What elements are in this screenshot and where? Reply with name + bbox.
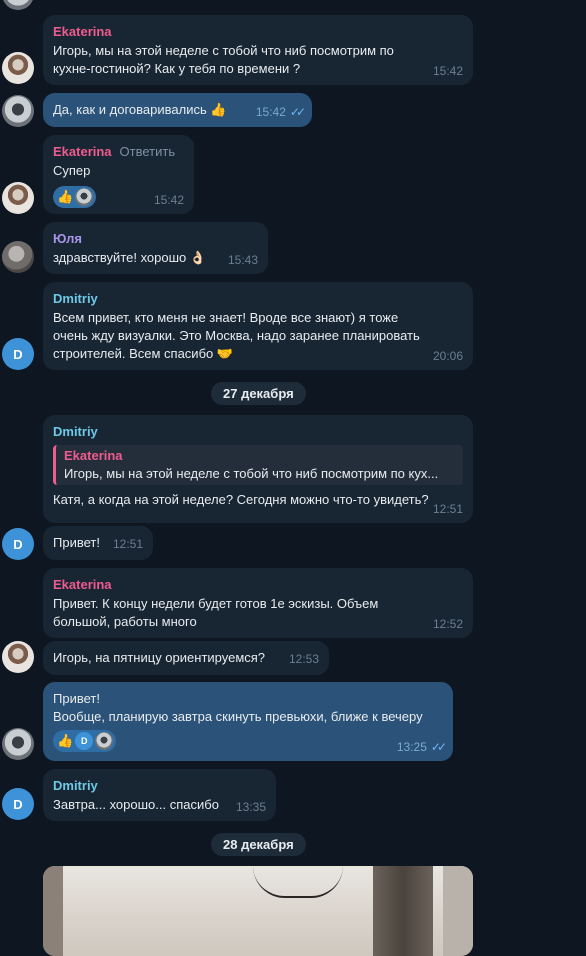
avatar-ekaterina[interactable] bbox=[2, 641, 34, 673]
sender-name[interactable]: Dmitriy bbox=[53, 290, 463, 308]
message-bubble[interactable]: Dmitriy Ekaterina Игорь, мы на этой неде… bbox=[43, 415, 473, 523]
message-bubble[interactable]: Dmitriy Завтра... хорошо... спасибо 13:3… bbox=[43, 769, 276, 821]
message-bubble[interactable]: Да, как и договаривались 👍 15:42 ✓✓ bbox=[43, 93, 312, 127]
double-check-icon: ✓✓ bbox=[289, 105, 306, 119]
double-check-icon: ✓✓ bbox=[430, 740, 447, 754]
avatar-self[interactable] bbox=[2, 728, 34, 760]
reaction-pill[interactable]: 👍 D bbox=[53, 730, 117, 752]
message-time: 12:51 bbox=[432, 502, 463, 516]
sender-name[interactable]: Dmitriy bbox=[53, 423, 463, 441]
avatar-self[interactable] bbox=[2, 95, 34, 127]
sender-name[interactable]: Ekaterina bbox=[53, 23, 463, 41]
reactions: 👍 D bbox=[53, 730, 443, 752]
message-time: 15:42 bbox=[153, 193, 184, 207]
chandelier bbox=[253, 866, 343, 898]
message-bubble[interactable]: Привет! Вообще, планирую завтра скинуть … bbox=[43, 682, 453, 761]
photo-window bbox=[443, 866, 473, 956]
message-text: Привет! bbox=[53, 535, 100, 550]
photo-message[interactable] bbox=[43, 866, 473, 956]
message-bubble[interactable]: Dmitriy Всем привет, кто меня не знает! … bbox=[43, 282, 473, 370]
message-text: Привет. К концу недели будет готов 1е эс… bbox=[53, 596, 379, 629]
message-bubble[interactable]: Ekaterina Игорь, мы на этой неделе с тоб… bbox=[43, 15, 473, 85]
message-time: 12:53 bbox=[288, 652, 319, 666]
message-bubble[interactable]: Ekaterina Ответить Супер 👍 15:42 bbox=[43, 135, 194, 214]
sender-name[interactable]: Dmitriy bbox=[53, 777, 266, 795]
sender-name-row: Ekaterina Ответить bbox=[53, 143, 184, 161]
message-time: 15:43 bbox=[227, 253, 258, 267]
message-bubble[interactable]: Привет! 12:51 bbox=[43, 526, 153, 560]
message-time: 13:35 bbox=[235, 800, 266, 814]
sender-name[interactable]: Ekaterina bbox=[53, 576, 463, 594]
reply-button[interactable]: Ответить bbox=[120, 144, 176, 159]
quote-text: Игорь, мы на этой неделе с тобой что ниб… bbox=[64, 466, 439, 481]
date-separator: 27 декабря bbox=[211, 382, 306, 405]
message-text: Игорь, мы на этой неделе с тобой что ниб… bbox=[53, 43, 394, 76]
message-text: Игорь, на пятницу ориентируемся? bbox=[53, 650, 266, 665]
avatar-dmitriy[interactable]: D bbox=[2, 788, 34, 820]
photo-curtain bbox=[373, 866, 433, 956]
message-text: Супер bbox=[53, 163, 91, 178]
date-separator: 28 декабря bbox=[211, 833, 306, 856]
message-time-wrap: 15:42 ✓✓ bbox=[255, 103, 306, 121]
avatar-ekaterina[interactable] bbox=[2, 52, 34, 84]
message-time: 15:42 bbox=[432, 64, 463, 78]
avatar-dmitriy[interactable]: D bbox=[2, 528, 34, 560]
message-text: Катя, а когда на этой неделе? Сегодня мо… bbox=[53, 492, 429, 507]
thumbs-up-emoji: 👍 bbox=[57, 189, 74, 204]
thumbs-up-emoji: 👍 bbox=[57, 733, 74, 748]
avatar-dmitriy[interactable]: D bbox=[2, 338, 34, 370]
message-bubble[interactable]: Игорь, на пятницу ориентируемся? 12:53 bbox=[43, 641, 329, 675]
message-text: Да, как и договаривались bbox=[53, 102, 207, 117]
reactor-avatar: D bbox=[75, 732, 94, 750]
reply-quote[interactable]: Ekaterina Игорь, мы на этой неделе с тоб… bbox=[53, 445, 463, 485]
message-time: 13:25 bbox=[396, 740, 427, 754]
message-text: здравствуйте! хорошо bbox=[53, 250, 187, 265]
quote-sender: Ekaterina bbox=[64, 448, 123, 463]
message-text: Завтра... хорошо... спасибо bbox=[53, 797, 219, 812]
reaction-pill[interactable]: 👍 bbox=[53, 186, 97, 208]
handshake-emoji: 🤝 bbox=[216, 346, 234, 361]
ok-hand-emoji: 👌🏻 bbox=[189, 250, 207, 265]
sender-name[interactable]: Юля bbox=[53, 230, 258, 248]
message-body: Всем привет, кто меня не знает! Вроде вс… bbox=[53, 309, 463, 363]
message-bubble[interactable]: Юля здравствуйте! хорошо 👌🏻 15:43 bbox=[43, 222, 268, 274]
photo-curtain bbox=[43, 866, 63, 956]
message-time-wrap: 13:25 ✓✓ bbox=[396, 738, 447, 756]
sender-name[interactable]: Ekaterina bbox=[53, 144, 112, 159]
message-text: Всем привет, кто меня не знает! Вроде вс… bbox=[53, 310, 420, 361]
message-text: Привет! Вообще, планирую завтра скинуть … bbox=[53, 691, 423, 724]
message-time: 12:51 bbox=[112, 537, 143, 551]
reactor-avatar bbox=[95, 732, 114, 750]
thumbs-up-emoji: 👍 bbox=[210, 102, 227, 117]
message-time: 12:52 bbox=[432, 617, 463, 631]
avatar-yulia[interactable] bbox=[2, 241, 34, 273]
message-time: 15:42 bbox=[255, 105, 286, 119]
message-time: 20:06 bbox=[432, 349, 463, 363]
message-bubble[interactable]: Ekaterina Привет. К концу недели будет г… bbox=[43, 568, 473, 638]
avatar[interactable] bbox=[2, 0, 34, 10]
avatar-ekaterina[interactable] bbox=[2, 182, 34, 214]
reactor-avatar bbox=[75, 188, 94, 206]
